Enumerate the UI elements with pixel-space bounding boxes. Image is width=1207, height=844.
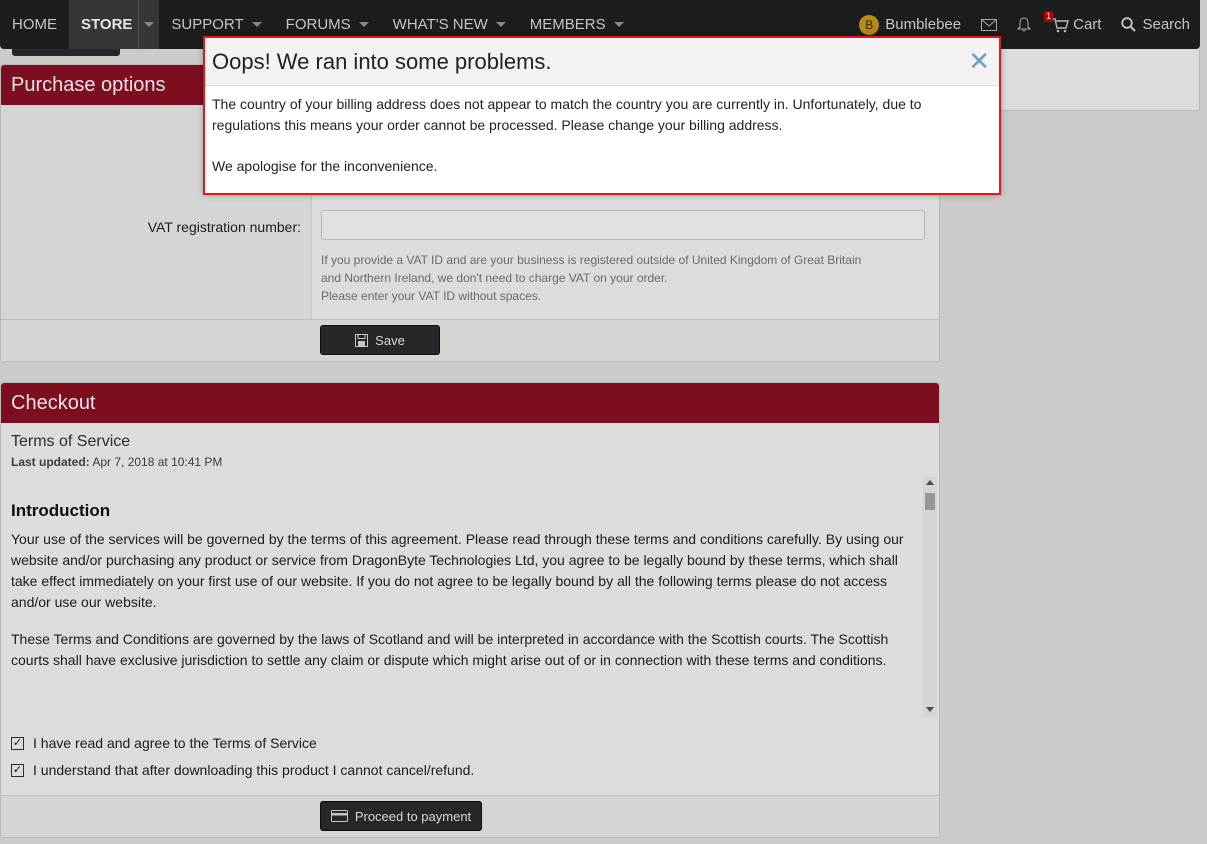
error-dialog-body: The country of your billing address does… xyxy=(205,86,999,185)
error-dialog-header: Oops! We ran into some problems. ✕ xyxy=(205,38,999,86)
error-dialog-title: Oops! We ran into some problems. xyxy=(212,48,552,74)
apology-message: We apologise for the inconvenience. xyxy=(212,158,438,174)
error-message: The country of your billing address does… xyxy=(212,96,922,133)
close-icon[interactable]: ✕ xyxy=(968,46,990,77)
error-dialog: Oops! We ran into some problems. ✕ The c… xyxy=(203,36,1001,195)
